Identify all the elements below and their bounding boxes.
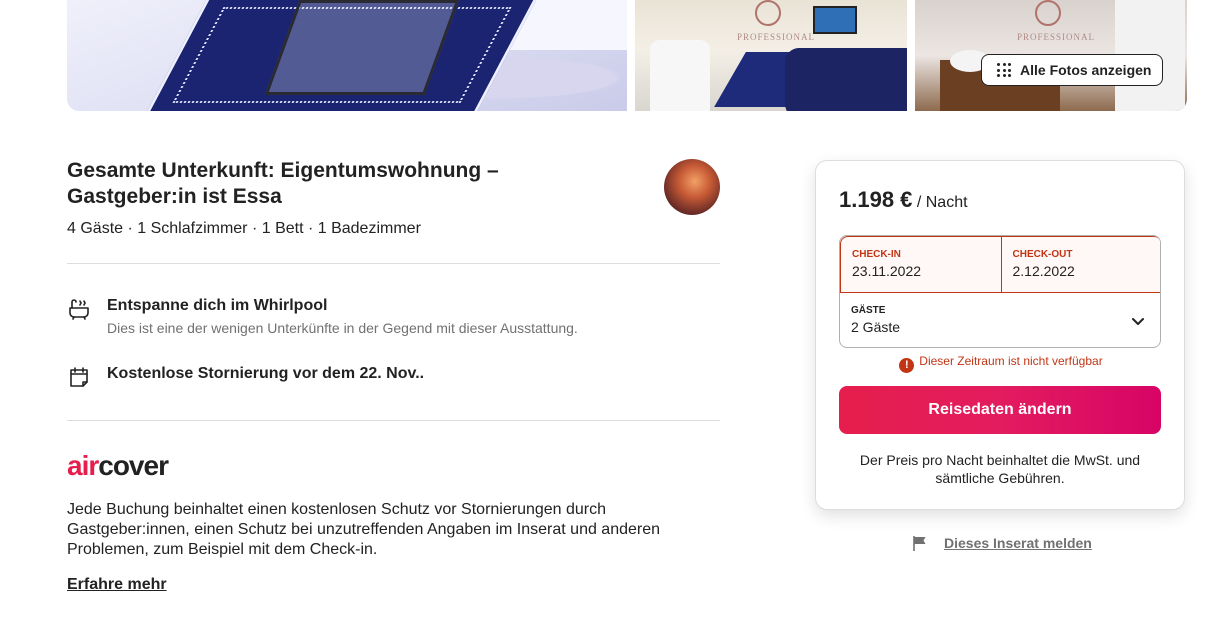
guests-value: 2 Gäste [851,319,901,335]
checkout-label: CHECK-OUT [1012,249,1073,260]
listing-summary: 4 Gäste · 1 Schlafzimmer · 1 Bett · 1 Ba… [67,220,421,237]
price-amount: 1.198 € [839,187,913,212]
watermark-logo [755,0,781,26]
highlight-cancellation: Kostenlose Stornierung vor dem 22. Nov.. [67,365,424,389]
watermark-logo [1035,0,1061,26]
booking-card: 1.198 € / Nacht CHECK-IN 23.11.2022 CHEC… [815,160,1185,510]
price-display: 1.198 € / Nacht [839,187,968,213]
report-listing-label: Dieses Inserat melden [944,535,1092,551]
bathtub-icon [69,299,89,320]
price-per-night: / Nacht [916,194,968,211]
checkout-field[interactable]: CHECK-OUT 2.12.2022 [1000,237,1161,292]
error-text: Dieser Zeitraum ist nicht verfügbar [919,354,1103,368]
divider [67,263,720,264]
show-all-photos-label: Alle Fotos anzeigen [1020,62,1152,78]
listing-title: Gesamte Unterkunft: Eigentumswohnung – G… [67,159,499,208]
learn-more-link[interactable]: Erfahre mehr [67,576,167,594]
flag-icon [913,536,926,551]
divider [67,420,720,421]
watermark-text: PROFESSIONAL [737,32,816,42]
price-note: Der Preis pro Nacht beinhaltet die MwSt.… [859,452,1141,486]
checkout-value: 2.12.2022 [1012,263,1075,279]
chevron-down-icon [1132,318,1144,325]
highlight-whirlpool: Entspanne dich im Whirlpool Dies ist ein… [67,297,578,336]
guests-dropdown[interactable]: GÄSTE 2 Gäste [840,293,1160,347]
highlight-title: Kostenlose Stornierung vor dem 22. Nov.. [107,365,425,382]
guests-label: GÄSTE [851,305,886,316]
tv-shape [813,6,857,34]
calendar-icon [70,367,88,387]
show-all-photos-button[interactable]: Alle Fotos anzeigen [981,54,1163,86]
main-photo[interactable] [67,0,627,111]
report-listing-link[interactable]: Dieses Inserat melden [912,535,1092,551]
aircover-logo: aircover [67,450,169,481]
highlight-title: Entspanne dich im Whirlpool [107,297,328,314]
watermark-text: PROFESSIONAL [1017,32,1096,42]
reservation-inputs: CHECK-IN 23.11.2022 CHECK-OUT 2.12.2022 … [839,235,1161,348]
grid-dots-icon [997,63,1011,77]
aircover-description: Jede Buchung beinhaltet einen kostenlose… [67,501,661,558]
checkin-label: CHECK-IN [852,249,901,260]
change-dates-button[interactable]: Reisedaten ändern [839,386,1161,434]
host-avatar[interactable] [664,159,720,215]
alert-icon: ! [899,358,915,373]
checkin-field[interactable]: CHECK-IN 23.11.2022 [841,237,1001,292]
checkin-value: 23.11.2022 [852,263,922,279]
date-range: CHECK-IN 23.11.2022 CHECK-OUT 2.12.2022 [840,236,1161,293]
availability-error: ! Dieser Zeitraum ist nicht verfügbar [816,354,1186,373]
photo-living-room[interactable]: PROFESSIONAL [635,0,907,111]
highlight-description: Dies ist eine der wenigen Unterkünfte in… [107,320,578,336]
